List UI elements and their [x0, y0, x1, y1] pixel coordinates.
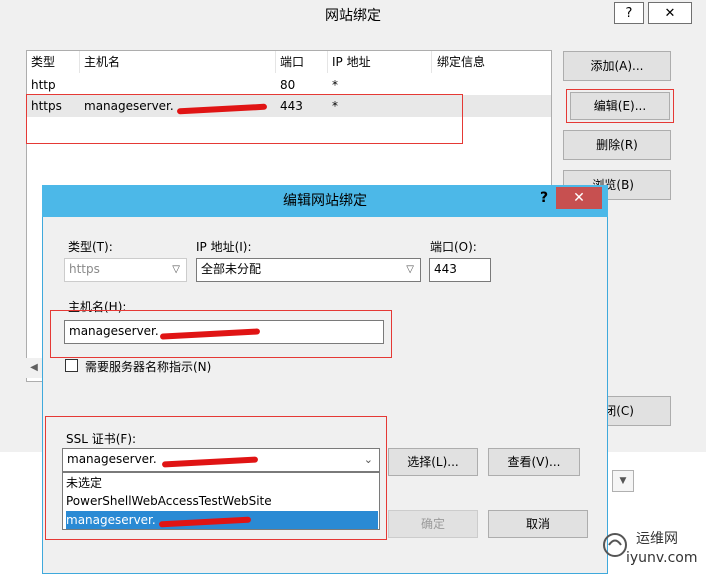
column-header-port[interactable]: 端口 [280, 53, 304, 71]
type-label: 类型(T): [68, 240, 113, 254]
table-cell-ip: * [332, 78, 338, 92]
table-cell-port: 80 [280, 78, 296, 92]
column-separator [327, 51, 328, 73]
child-close-button[interactable]: ✕ [556, 187, 602, 209]
ip-value: 全部未分配 [201, 262, 262, 276]
port-input[interactable]: 443 [429, 258, 491, 282]
column-header-ip[interactable]: IP 地址 [332, 53, 371, 71]
remove-button[interactable]: 删除(R) [563, 130, 671, 160]
cancel-button[interactable]: 取消 [488, 510, 588, 538]
ip-label: IP 地址(I): [196, 240, 252, 254]
watermark-en: iyunv.com [626, 550, 698, 566]
child-help-button[interactable]: ? [534, 187, 554, 209]
add-button[interactable]: 添加(A)... [563, 51, 671, 81]
type-value: https [69, 262, 100, 276]
highlight-box-ssl [45, 416, 387, 540]
highlight-box-https-row [26, 94, 463, 144]
parent-close-button[interactable]: ✕ [648, 2, 692, 24]
chevron-down-icon: ▽ [406, 264, 414, 275]
sni-label: 需要服务器名称指示(N) [85, 360, 212, 374]
scroll-left-icon[interactable]: ◀ [26, 358, 43, 378]
ip-select[interactable]: 全部未分配 ▽ [196, 258, 421, 282]
ok-button[interactable]: 确定 [388, 510, 478, 538]
scroll-down-icon[interactable]: ▼ [612, 470, 634, 492]
type-select[interactable]: https ▽ [64, 258, 187, 282]
highlight-box-edit-button [566, 89, 674, 123]
port-label: 端口(O): [430, 240, 477, 254]
watermark-cn: 运维网 [636, 531, 678, 547]
highlight-box-host [50, 310, 392, 358]
view-certificate-button[interactable]: 查看(V)... [488, 448, 580, 476]
select-certificate-button[interactable]: 选择(L)... [388, 448, 478, 476]
column-header-type[interactable]: 类型 [31, 53, 55, 71]
child-dialog-title: 编辑网站绑定 [283, 193, 367, 209]
parent-dialog-title: 网站绑定 [325, 8, 381, 24]
column-separator [79, 51, 80, 73]
table-cell-type: http [31, 78, 56, 92]
watermark-logo: 运维网 iyunv.com [596, 524, 704, 572]
parent-help-button[interactable]: ? [614, 2, 644, 24]
column-header-binding-info[interactable]: 绑定信息 [437, 53, 485, 71]
column-separator [431, 51, 432, 73]
column-separator [275, 51, 276, 73]
column-header-host[interactable]: 主机名 [84, 53, 120, 71]
chevron-down-icon: ▽ [172, 264, 180, 275]
sni-checkbox[interactable] [65, 359, 78, 372]
